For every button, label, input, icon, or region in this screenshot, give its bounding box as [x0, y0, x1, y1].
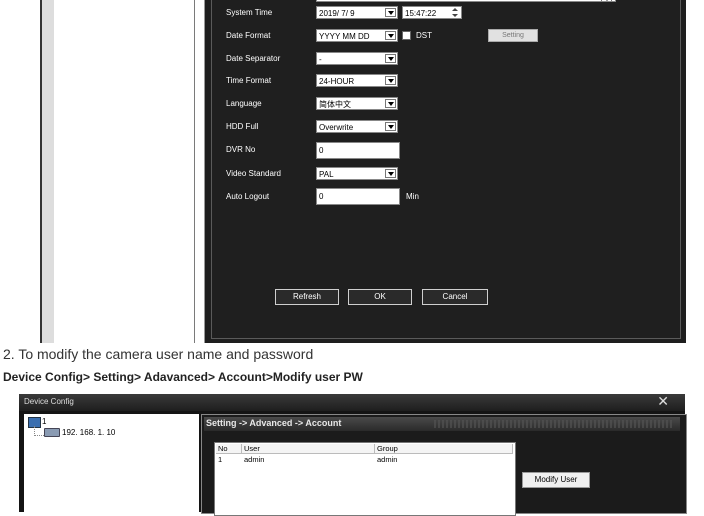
step-heading: 2. To modify the camera user name and pa… — [3, 346, 314, 362]
account-settings-screenshot: Device Config ✕ 1 192. 168. 1. 10 Settin… — [19, 394, 687, 516]
date-format-select[interactable]: YYYY MM DD — [316, 29, 398, 42]
table-row-no[interactable]: 1 — [216, 455, 222, 465]
dvr-no-input[interactable]: 0 — [316, 142, 400, 159]
date-separator-label: Date Separator — [226, 54, 281, 63]
breadcrumb: Setting -> Advanced -> Account — [206, 418, 342, 428]
system-time-label: System Time — [226, 8, 273, 17]
column-header-group[interactable]: Group — [375, 444, 513, 454]
column-header-no[interactable]: No — [216, 444, 242, 454]
tree-device-ip[interactable]: 192. 168. 1. 10 — [62, 428, 115, 437]
column-header-user[interactable]: User — [242, 444, 375, 454]
dst-checkbox[interactable] — [402, 31, 411, 40]
language-select[interactable]: 简体中文 — [316, 97, 398, 110]
window-edge — [40, 0, 55, 343]
hdd-full-select[interactable]: Overwrite — [316, 120, 398, 133]
account-pane: Setting -> Advanced -> Account No User G… — [201, 414, 687, 516]
ok-button[interactable]: OK — [348, 289, 412, 305]
date-format-label: Date Format — [226, 31, 271, 40]
general-settings-pane: System Time 2019/ 7/ 9 15:47:22 Date For… — [204, 0, 686, 343]
modify-user-button[interactable]: Modify User — [522, 472, 590, 488]
device-tree: 1 192. 168. 1. 10 — [24, 414, 199, 512]
date-separator-select[interactable]: - — [316, 52, 398, 65]
video-standard-select[interactable]: PAL — [316, 167, 398, 180]
navigation-path: Device Config> Setting> Adavanced> Accou… — [3, 370, 363, 384]
tree-root-label[interactable]: 1 — [42, 417, 46, 426]
dvr-no-label: DVR No — [226, 145, 256, 154]
auto-logout-label: Auto Logout — [226, 192, 270, 201]
video-standard-label: Video Standard — [226, 169, 282, 178]
window-title: Device Config — [24, 397, 74, 406]
time-format-select[interactable]: 24-HOUR — [316, 74, 398, 87]
system-time-input[interactable]: 15:47:22 — [402, 6, 462, 19]
clipped-field — [316, 0, 616, 2]
auto-logout-unit: Min — [406, 192, 419, 201]
cancel-button[interactable]: Cancel — [422, 289, 488, 305]
user-table[interactable]: No User Group 1 admin admin — [214, 442, 516, 516]
tree-branch-line — [34, 426, 44, 436]
window-titlebar: Device Config ✕ — [19, 394, 685, 411]
general-settings-screenshot: System Time 2019/ 7/ 9 15:47:22 Date For… — [40, 0, 686, 343]
close-icon[interactable]: ✕ — [657, 394, 669, 410]
language-label: Language — [226, 99, 262, 108]
refresh-button[interactable]: Refresh — [275, 289, 339, 305]
table-row-user[interactable]: admin — [242, 455, 264, 465]
table-row-group[interactable]: admin — [375, 455, 397, 465]
camera-icon — [44, 428, 60, 437]
device-tree-panel — [54, 0, 195, 343]
header-pattern — [434, 420, 674, 428]
breadcrumb-header: Setting -> Advanced -> Account — [204, 417, 680, 431]
dst-label: DST — [416, 31, 432, 40]
time-spinner[interactable] — [450, 8, 460, 18]
dst-setting-button[interactable]: Setting — [488, 29, 538, 42]
hdd-full-label: HDD Full — [226, 122, 259, 131]
time-format-label: Time Format — [226, 76, 272, 85]
settings-frame: System Time 2019/ 7/ 9 15:47:22 Date For… — [211, 0, 681, 339]
system-date-select[interactable]: 2019/ 7/ 9 — [316, 6, 398, 19]
auto-logout-input[interactable]: 0 — [316, 188, 400, 205]
